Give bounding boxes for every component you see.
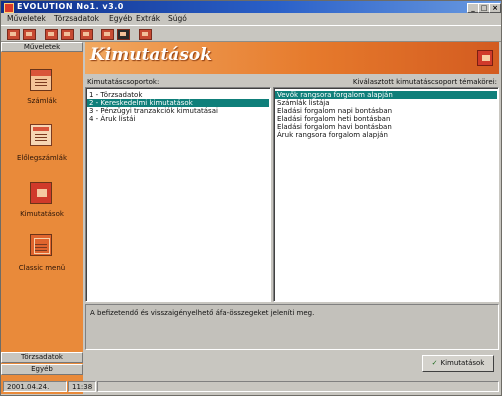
window-title: EVOLUTION No1. v3.0: [17, 2, 124, 11]
main-panel: Kimutatások Kimutatáscsoportok: Kiválasz…: [85, 42, 501, 378]
report-icon[interactable]: [30, 182, 52, 204]
title-bar: EVOLUTION No1. v3.0 _ □ ×: [1, 1, 501, 13]
sidebar-header[interactable]: Műveletek: [1, 42, 83, 52]
list-item[interactable]: 3 - Pénzügyi tranzakciók kimutatásai: [87, 107, 269, 115]
sidebar-tab-torzsadatok[interactable]: Törzsadatok: [1, 352, 83, 363]
menu-muveletek[interactable]: Műveletek: [7, 13, 46, 25]
toolbar-report-icon[interactable]: [61, 29, 74, 40]
status-time: 11:38: [68, 381, 96, 392]
list-item[interactable]: 4 - Áruk listái: [87, 115, 269, 123]
list-item[interactable]: 2 - Kereskedelmi kimutatások: [87, 99, 269, 107]
toolbar: [1, 25, 501, 42]
toolbar-advance-invoice-icon[interactable]: [23, 29, 36, 40]
list-item[interactable]: Áruk rangsora forgalom alapján: [275, 131, 497, 139]
groups-label: Kimutatáscsoportok:: [87, 78, 160, 86]
classic-menu-icon[interactable]: [30, 234, 52, 256]
toolbar-settings-icon[interactable]: [139, 29, 152, 40]
menu-torzsadatok[interactable]: Törzsadatok: [54, 13, 99, 25]
sidebar-item-elolegszamlak[interactable]: Előlegszámlák: [1, 154, 83, 162]
page-title: Kimutatások: [90, 45, 213, 65]
kimutatasok-button[interactable]: ✓ Kimutatások: [422, 355, 494, 372]
invoice-icon[interactable]: [30, 69, 52, 91]
status-message: [97, 381, 499, 392]
status-date: 2001.04.24.: [3, 381, 67, 392]
check-icon: ✓: [431, 359, 438, 367]
sidebar-item-szamlak[interactable]: Számlák: [1, 97, 83, 105]
list-item[interactable]: Eladási forgalom heti bontásban: [275, 115, 497, 123]
toolbar-stock-icon[interactable]: [80, 29, 93, 40]
sidebar-item-kimutatasok[interactable]: Kimutatások: [1, 210, 83, 218]
list-item[interactable]: Eladási forgalom napi bontásban: [275, 107, 497, 115]
app-icon: [4, 3, 14, 13]
toolbar-invoice-icon[interactable]: [7, 29, 20, 40]
list-item[interactable]: Számlák listája: [275, 99, 497, 107]
menu-egyeb[interactable]: Egyéb: [109, 13, 132, 25]
groups-list[interactable]: 1 - Törzsadatok 2 - Kereskedelmi kimutat…: [85, 87, 271, 302]
reports-list[interactable]: Vevők rangsora forgalom alapján Számlák …: [273, 87, 499, 302]
sidebar-item-classic-menu[interactable]: Classic menü: [1, 264, 83, 272]
toolbar-dark-icon[interactable]: [117, 29, 130, 40]
toolbar-list-icon[interactable]: [45, 29, 58, 40]
report-icon: [477, 50, 493, 66]
sidebar-tab-egyeb[interactable]: Egyéb: [1, 364, 83, 375]
list-item[interactable]: 1 - Törzsadatok: [87, 91, 269, 99]
advance-invoice-icon[interactable]: [30, 124, 52, 146]
list-item[interactable]: Eladási forgalom havi bontásban: [275, 123, 497, 131]
menu-bar: Műveletek Törzsadatok Egyéb Extrák Súgó: [1, 13, 501, 25]
close-button[interactable]: ×: [489, 3, 501, 13]
page-banner: Kimutatások: [85, 42, 499, 74]
sidebar: Műveletek Számlák Előlegszámlák Kimutatá…: [1, 42, 83, 394]
list-item[interactable]: Vevők rangsora forgalom alapján: [275, 91, 497, 99]
app-window: EVOLUTION No1. v3.0 _ □ × Műveletek Törz…: [0, 0, 502, 396]
description-box: A befizetendő és visszaigényelhető áfa-ö…: [85, 304, 499, 350]
status-bar: 2001.04.24. 11:38: [1, 379, 501, 395]
kimutatasok-button-label: Kimutatások: [440, 359, 485, 367]
reports-label: Kiválasztott kimutatáscsoport témakörei:: [352, 78, 497, 86]
toolbar-partner-icon[interactable]: [101, 29, 114, 40]
menu-sugo[interactable]: Súgó: [168, 13, 187, 25]
menu-extrak[interactable]: Extrák: [136, 13, 160, 25]
